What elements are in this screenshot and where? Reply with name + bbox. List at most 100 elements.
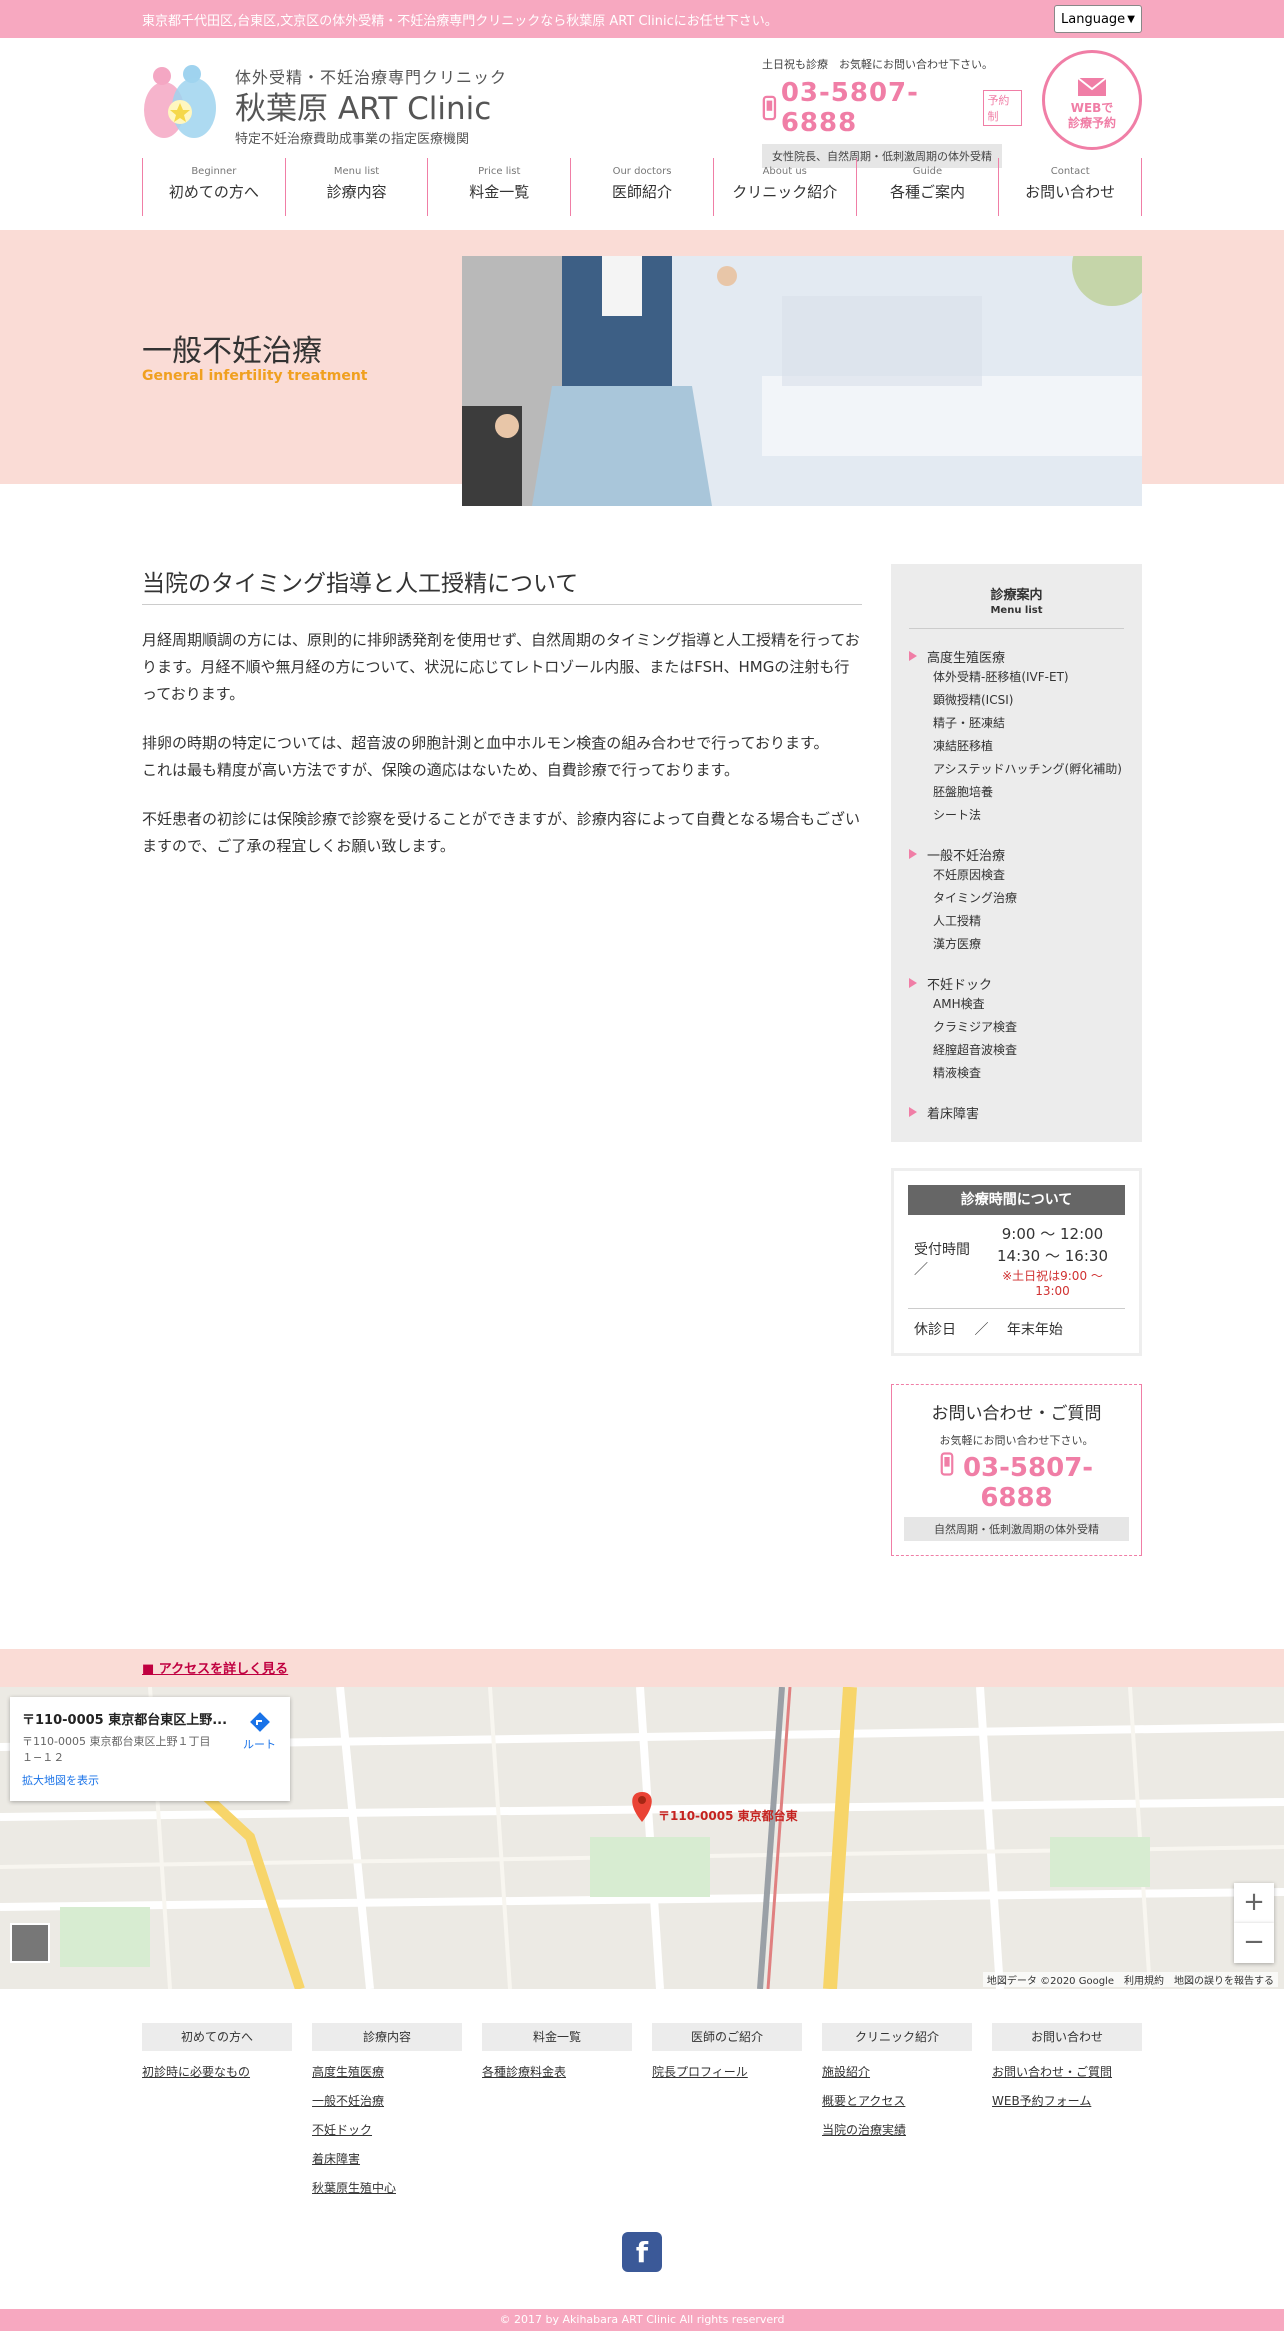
inquiry-phone-number: 03-5807-6888 (962, 1453, 1094, 1513)
footer-column-head[interactable]: 料金一覧 (482, 2023, 632, 2051)
article: 当院のタイミング指導と人工授精について 月経周期順調の方には、原則的に排卵誘発剤… (142, 564, 862, 860)
menu-item[interactable]: 不妊原因検査 (909, 864, 1124, 887)
footer-link[interactable]: 概要とアクセス (822, 2092, 972, 2109)
inquiry-box: お問い合わせ・ご質問 お気軽にお問い合わせ下さい。 03-5807-6888 自… (891, 1384, 1142, 1556)
footer-column: 診療内容 高度生殖医療 一般不妊治療 不妊ドック 着床障害 秋葉原生殖中心 (312, 2023, 462, 2196)
clinic-logo-icon[interactable] (142, 62, 220, 140)
language-label: Language (1061, 11, 1126, 27)
menu-item[interactable]: 体外受精-胚移植(IVF-ET) (909, 666, 1124, 689)
zoom-out-button[interactable]: − (1234, 1923, 1274, 1963)
menu-item[interactable]: クラミジア検査 (909, 1016, 1124, 1039)
footer-link[interactable]: 施設紹介 (822, 2063, 972, 2080)
nav-beginner[interactable]: Beginner 初めての方へ (143, 158, 286, 216)
footer-link[interactable]: 当院の治療実績 (822, 2121, 972, 2138)
menu-category-implantation[interactable]: 着床障害 (909, 1103, 1124, 1122)
inquiry-phone[interactable]: 03-5807-6888 (904, 1452, 1129, 1513)
footer-column-head[interactable]: 初めての方へ (142, 2023, 292, 2051)
menu-category-dock[interactable]: 不妊ドック (909, 974, 1124, 993)
map-type-thumbnail[interactable] (10, 1923, 50, 1963)
inquiry-tag: 自然周期・低刺激周期の体外受精 (904, 1517, 1129, 1541)
nav-about[interactable]: About us クリニック紹介 (714, 158, 857, 216)
menu-item[interactable]: アシステッドハッチング(孵化補助) (909, 758, 1124, 781)
footer-column: 医師のご紹介 院長プロフィール (652, 2023, 802, 2196)
hours-times: 9:00 〜 12:00 14:30 〜 16:30 ※土日祝は9:00 〜 1… (986, 1223, 1119, 1298)
menu-item[interactable]: 精子・胚凍結 (909, 712, 1124, 735)
nav-en: About us (762, 166, 807, 177)
footer-link[interactable]: 着床障害 (312, 2150, 462, 2167)
nav-contact[interactable]: Contact お問い合わせ (999, 158, 1143, 216)
map-enlarge-link[interactable]: 拡大地図を表示 (22, 1772, 278, 1788)
menu-group: 不妊ドック AMH検査 クラミジア検査 経膣超音波検査 精液検査 (909, 974, 1124, 1085)
mail-icon (1077, 77, 1107, 96)
footer-column-head[interactable]: 診療内容 (312, 2023, 462, 2051)
menu-item[interactable]: 精液検査 (909, 1062, 1124, 1085)
nav-en: Menu list (333, 166, 380, 177)
map-place-title: 〒110-0005 東京都台東区上野... (22, 1713, 228, 1728)
nav-en: Price list (478, 166, 521, 177)
hours-title: 診療時間について (908, 1185, 1125, 1215)
header-phone[interactable]: 03-5807-6888 予約制 (762, 78, 1022, 138)
menu-item[interactable]: 漢方医療 (909, 933, 1124, 956)
footer-link[interactable]: 不妊ドック (312, 2121, 462, 2138)
menu-item[interactable]: シート法 (909, 804, 1124, 827)
chevron-down-icon: ▼ (1127, 13, 1135, 25)
nav-en: Guide (912, 166, 943, 177)
article-paragraph: 月経周期順調の方には、原則的に排卵誘発剤を使用せず、自然周期のタイミング指導と人… (142, 631, 860, 703)
header: 体外受精・不妊治療専門クリニック 秋葉原 ART Clinic 特定不妊治療費助… (0, 38, 1284, 168)
logo-title: 秋葉原 ART Clinic (235, 91, 492, 127)
map-pin-label: 〒110-0005 東京都台東 (658, 1809, 798, 1823)
menu-item[interactable]: 凍結胚移植 (909, 735, 1124, 758)
google-map[interactable]: 〒110-0005 東京都台東 〒110-0005 東京都台東区上野... 〒1… (0, 1687, 1284, 1989)
map-route-button[interactable]: ルート (243, 1711, 276, 1752)
footer-link[interactable]: WEB予約フォーム (992, 2092, 1142, 2109)
nav-label: 料金一覧 (469, 183, 530, 201)
facebook-icon[interactable]: f (622, 2232, 662, 2272)
hours-closed: 休診日 ／ 年末年始 (908, 1308, 1125, 1339)
menu-item[interactable]: タイミング治療 (909, 887, 1124, 910)
menu-category-general[interactable]: 一般不妊治療 (909, 845, 1124, 864)
web-reservation-line2: 診療予約 (1067, 116, 1116, 130)
nav-price-list[interactable]: Price list 料金一覧 (428, 158, 572, 216)
menu-item[interactable]: AMH検査 (909, 993, 1124, 1016)
footer-link[interactable]: 初診時に必要なもの (142, 2063, 292, 2080)
footer-column-head[interactable]: クリニック紹介 (822, 2023, 972, 2051)
logo-text[interactable]: 体外受精・不妊治療専門クリニック 秋葉原 ART Clinic 特定不妊治療費助… (235, 64, 507, 147)
menu-item[interactable]: 胚盤胞培養 (909, 781, 1124, 804)
nav-en: Beginner (191, 166, 237, 177)
hours-time-morning: 9:00 〜 12:00 (1001, 1225, 1104, 1243)
zoom-in-button[interactable]: + (1234, 1883, 1274, 1923)
footer-column: クリニック紹介 施設紹介 概要とアクセス 当院の治療実績 (822, 2023, 972, 2196)
menu-item[interactable]: 顕微授精(ICSI) (909, 689, 1124, 712)
menu-category-advanced[interactable]: 高度生殖医療 (909, 647, 1124, 666)
footer-link[interactable]: お問い合わせ・ご質問 (992, 2063, 1142, 2080)
page-hero: 一般不妊治療 General infertility treatment (0, 230, 1284, 506)
footer-link[interactable]: 高度生殖医療 (312, 2063, 462, 2080)
nav-label: 初めての方へ (168, 183, 259, 201)
menu-item[interactable]: 人工授精 (909, 910, 1124, 933)
footer-column-head[interactable]: 医師のご紹介 (652, 2023, 802, 2051)
mobile-phone-icon (940, 1452, 954, 1476)
footer-column-head[interactable]: お問い合わせ (992, 2023, 1142, 2051)
article-heading: 当院のタイミング指導と人工授精について (142, 564, 862, 605)
web-reservation-button[interactable]: WEBで 診療予約 (1042, 50, 1142, 150)
hours-label: 受付時間 ／ (914, 1242, 970, 1278)
directions-icon (249, 1712, 270, 1732)
footer-link[interactable]: 院長プロフィール (652, 2063, 802, 2080)
menu-group: 高度生殖医療 体外受精-胚移植(IVF-ET) 顕微授精(ICSI) 精子・胚凍… (909, 647, 1124, 827)
article-line: これは最も精度が高い方法ですが、保険の適応はないため、自費診療で行っております。 (142, 761, 740, 779)
language-select[interactable]: Language ▼ (1054, 5, 1142, 33)
nav-doctors[interactable]: Our doctors 医師紹介 (571, 158, 714, 216)
menu-group: 着床障害 (909, 1103, 1124, 1122)
topbar: 東京都千代田区,台東区,文京区の体外受精・不妊治療専門クリニックなら秋葉原 AR… (0, 0, 1284, 38)
footer-link[interactable]: 一般不妊治療 (312, 2092, 462, 2109)
footer-link[interactable]: 各種診療料金表 (482, 2063, 632, 2080)
map-route-label: ルート (243, 1738, 276, 1751)
nav-menu-list[interactable]: Menu list 診療内容 (286, 158, 429, 216)
menu-item[interactable]: 経膣超音波検査 (909, 1039, 1124, 1062)
article-line: 排卵の時期の特定については、超音波の卵胞計測と血中ホルモン検査の組み合わせで行っ… (142, 734, 829, 752)
menu-title: 診療案内 (990, 588, 1043, 603)
footer-link[interactable]: 秋葉原生殖中心 (312, 2179, 462, 2196)
nav-guide[interactable]: Guide 各種ご案内 (857, 158, 1000, 216)
access-link[interactable]: ■ アクセスを詳しく見る (142, 1662, 288, 1677)
main-area: 当院のタイミング指導と人工授精について 月経周期順調の方には、原則的に排卵誘発剤… (0, 484, 1284, 1649)
